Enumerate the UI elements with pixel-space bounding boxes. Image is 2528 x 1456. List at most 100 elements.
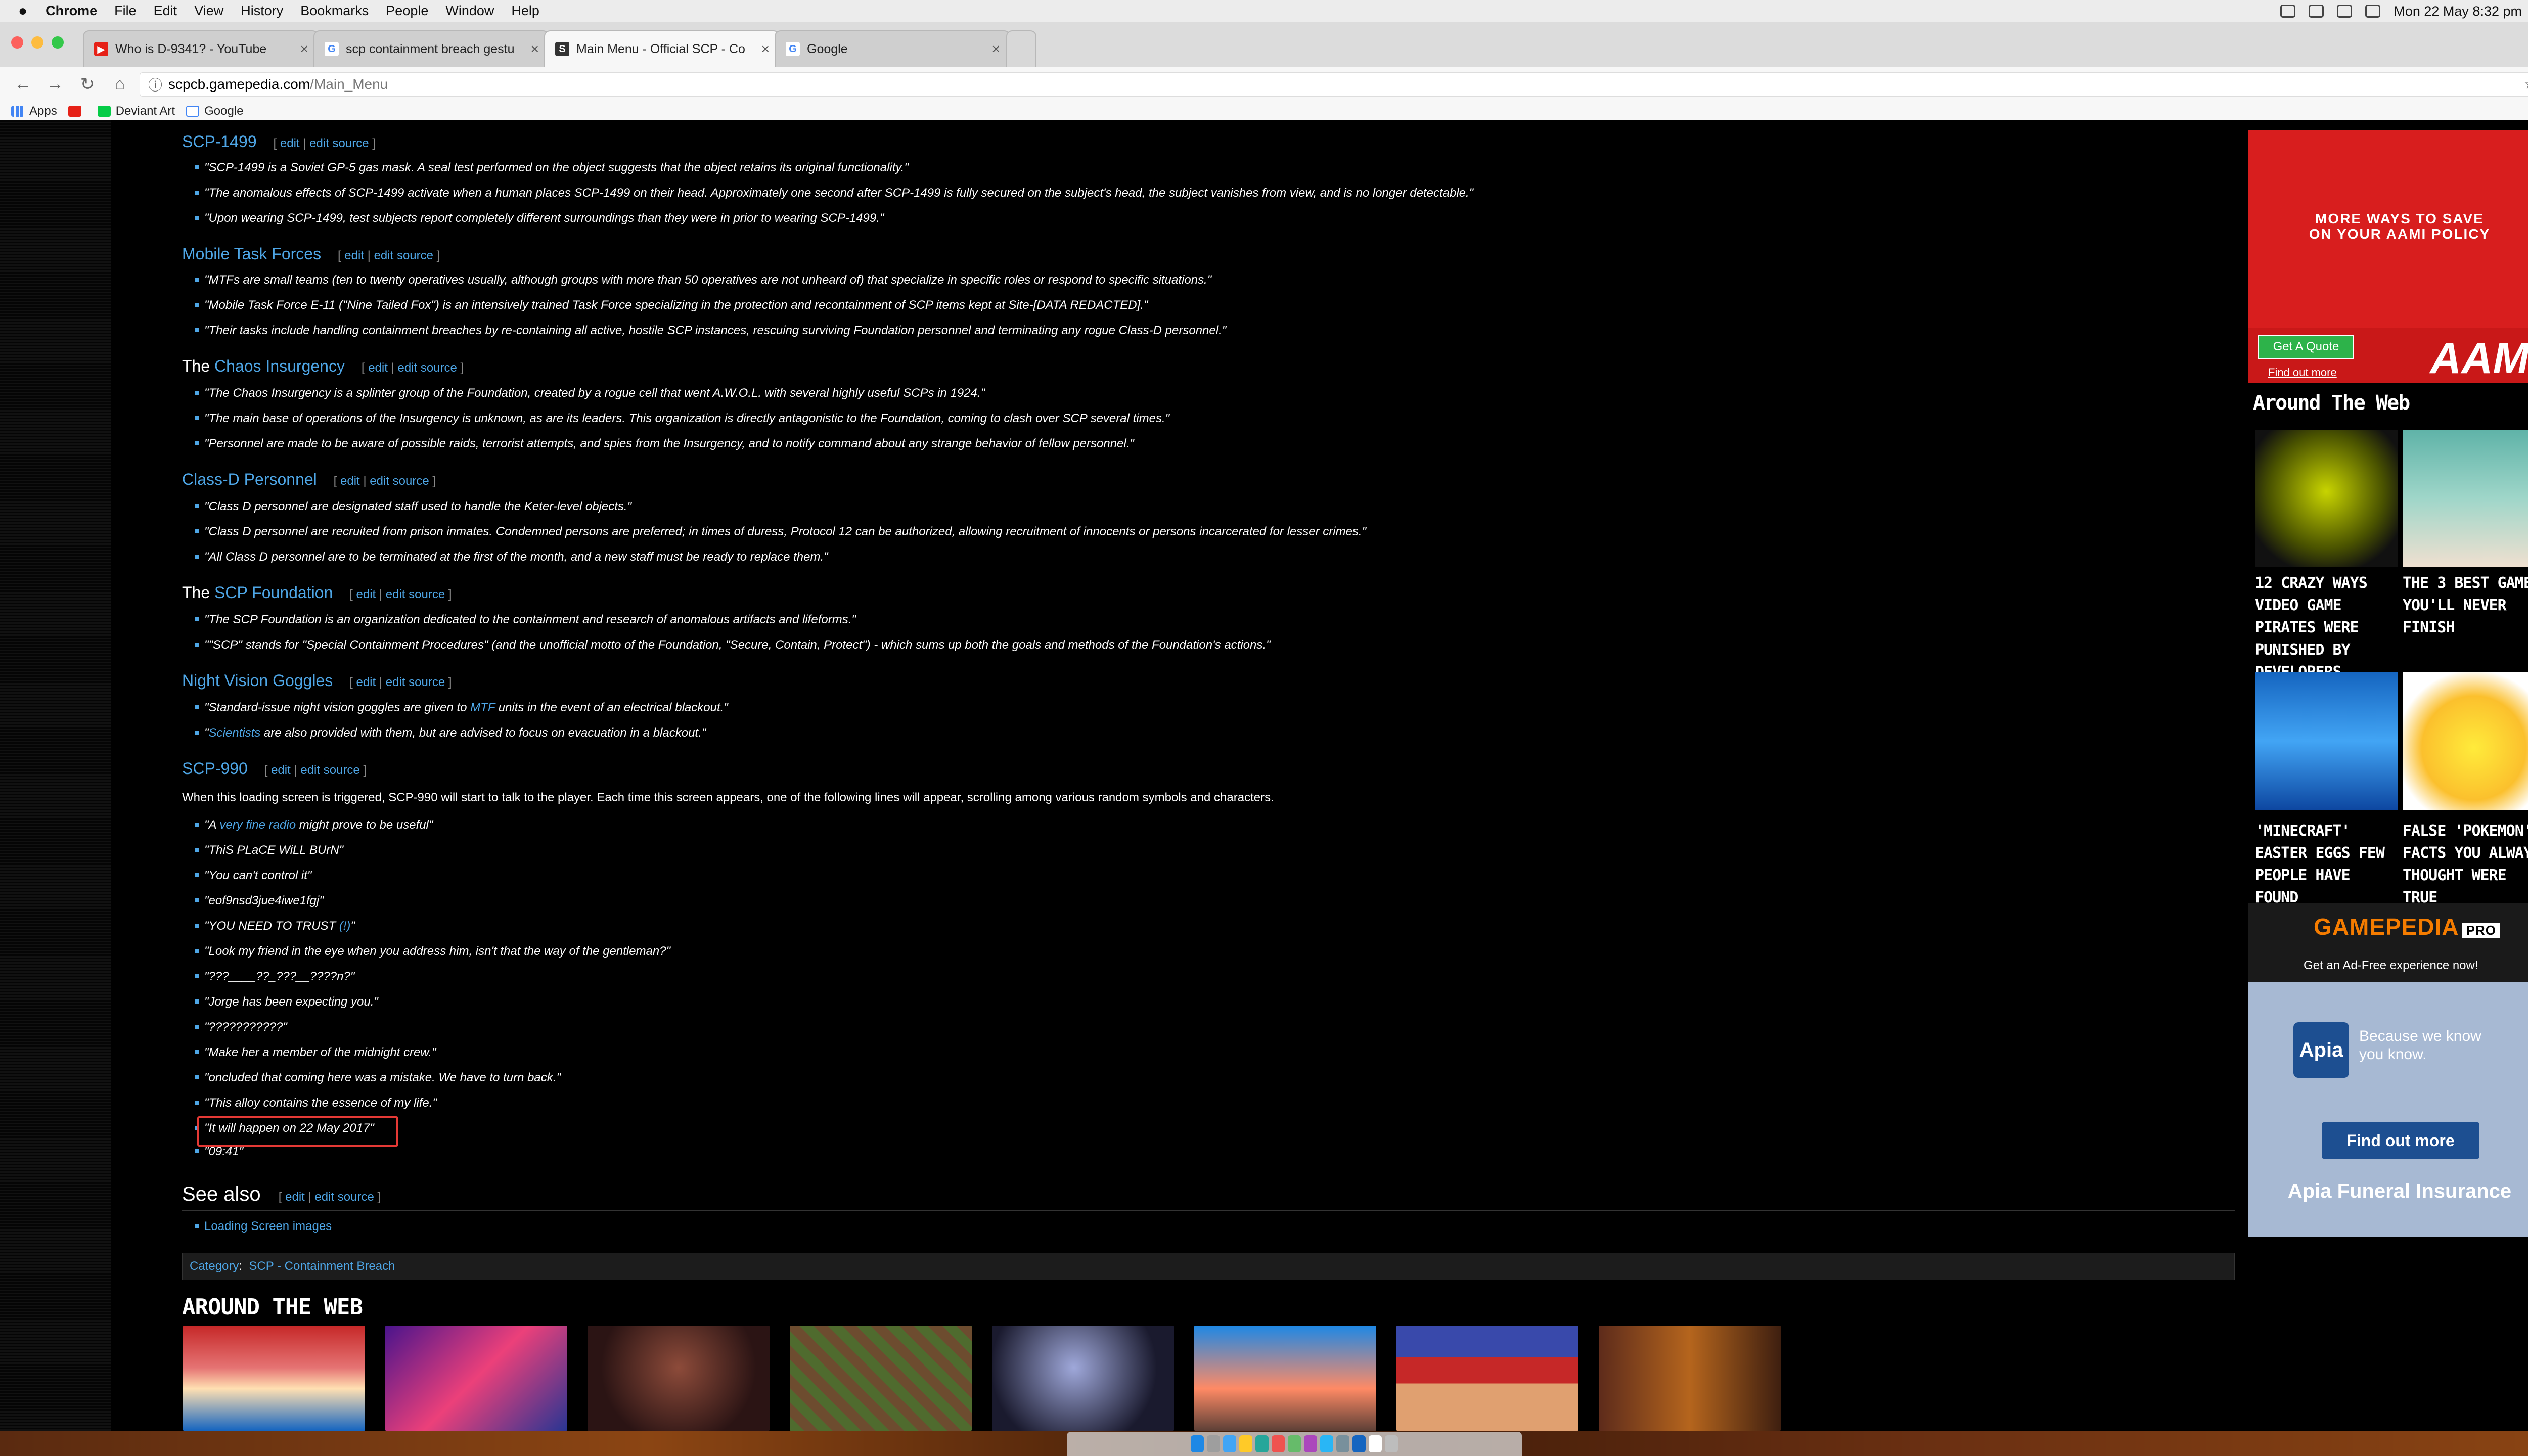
menu-help[interactable]: Help [511, 3, 539, 19]
close-tab-icon[interactable]: × [761, 41, 770, 57]
settings-icon[interactable] [1336, 1435, 1349, 1452]
wifi-icon[interactable] [2309, 5, 2324, 18]
menu-app-name[interactable]: Chrome [46, 3, 97, 19]
text-editor-icon[interactable] [1369, 1435, 1382, 1452]
close-tab-icon[interactable]: × [300, 41, 308, 57]
launchpad-icon[interactable] [1207, 1435, 1220, 1452]
heading-link[interactable]: SCP-1499 [182, 132, 257, 151]
forward-icon[interactable]: → [46, 74, 65, 94]
edit-source-link[interactable]: edit source [370, 474, 429, 488]
chrome-icon[interactable] [1239, 1435, 1252, 1452]
card-image[interactable] [2255, 430, 2398, 567]
category-label-link[interactable]: Category [190, 1259, 239, 1273]
heading-link[interactable]: SCP-990 [182, 759, 248, 778]
mtf-link[interactable]: MTF [470, 701, 495, 714]
radio-link[interactable]: very fine radio [219, 818, 296, 832]
find-out-more-link[interactable]: Find out more [2268, 366, 2337, 379]
menu-history[interactable]: History [241, 3, 283, 19]
info-icon[interactable]: ⓘ [148, 74, 162, 95]
tab-youtube[interactable]: ▶ Who is D-9341? - YouTube × [83, 30, 319, 67]
apia-ad[interactable]: Apia Because we know you know. Find out m… [2248, 982, 2528, 1237]
promo-thumbnail[interactable] [1194, 1326, 1376, 1431]
heading-link[interactable]: Night Vision Goggles [182, 671, 333, 690]
promo-thumbnail[interactable] [992, 1326, 1174, 1431]
heading-link[interactable]: Mobile Task Forces [182, 245, 321, 263]
menu-window[interactable]: Window [445, 3, 494, 19]
bookmark-apps[interactable]: Apps [11, 104, 57, 118]
scientists-link[interactable]: Scientists [209, 726, 261, 740]
menu-file[interactable]: File [114, 3, 137, 19]
trash-icon[interactable] [1385, 1435, 1398, 1452]
edit-source-link[interactable]: edit source [309, 136, 369, 150]
edit-source-link[interactable]: edit source [386, 675, 445, 689]
minimize-window-button[interactable] [31, 36, 43, 49]
battery-icon[interactable] [2365, 5, 2381, 18]
edit-link[interactable]: edit [285, 1190, 305, 1204]
aami-ad[interactable]: MORE WAYS TO SAVE ON YOUR AAMI POLICY Get… [2248, 130, 2528, 383]
promo-thumbnail[interactable] [790, 1326, 972, 1431]
edit-source-link[interactable]: edit source [386, 587, 445, 601]
safari-icon[interactable] [1223, 1435, 1236, 1452]
edit-link[interactable]: edit [340, 474, 360, 488]
promo-thumbnail[interactable] [183, 1326, 365, 1431]
trust-link[interactable]: (!) [339, 919, 351, 933]
bookmark-star-icon[interactable]: ☆ [2524, 76, 2528, 93]
menu-people[interactable]: People [386, 3, 428, 19]
heading-link[interactable]: Chaos Insurgency [214, 357, 345, 375]
menu-view[interactable]: View [194, 3, 223, 19]
promo-thumbnail[interactable] [588, 1326, 770, 1431]
category-link[interactable]: SCP - Containment Breach [249, 1259, 395, 1273]
promo-thumbnail[interactable] [1396, 1326, 1578, 1431]
steam-icon[interactable] [1352, 1435, 1366, 1452]
edit-link[interactable]: edit [356, 587, 376, 601]
card-caption[interactable]: 'MINECRAFT' EASTER EGGS FEW PEOPLE HAVE … [2255, 820, 2402, 909]
menu-bookmarks[interactable]: Bookmarks [300, 3, 369, 19]
edit-link[interactable]: edit [280, 136, 300, 150]
zoom-window-button[interactable] [52, 36, 64, 49]
heading-link[interactable]: Class-D Personnel [182, 470, 317, 488]
card-caption[interactable]: THE 3 BEST GAMES YOU'LL NEVER FINISH [2403, 572, 2528, 639]
app-store-icon[interactable] [1320, 1435, 1333, 1452]
close-tab-icon[interactable]: × [531, 41, 539, 57]
edit-link[interactable]: edit [368, 361, 388, 375]
edit-source-link[interactable]: edit source [300, 763, 359, 777]
finder-icon[interactable] [1191, 1435, 1204, 1452]
bookmark-deviantart[interactable]: Deviant Art [97, 104, 175, 118]
card-caption[interactable]: FALSE 'POKEMON' FACTS YOU ALWAYS THOUGHT… [2403, 820, 2528, 909]
get-quote-button[interactable]: Get A Quote [2258, 335, 2354, 359]
promo-thumbnail[interactable] [1599, 1326, 1781, 1431]
clock[interactable]: Mon 22 May 8:32 pm [2394, 4, 2522, 19]
new-tab-button[interactable] [1006, 30, 1036, 67]
airplay-icon[interactable] [2337, 5, 2353, 18]
volume-icon[interactable] [2280, 5, 2296, 18]
bookmark-google[interactable]: Google [186, 104, 243, 118]
card-caption[interactable]: 12 CRAZY WAYS VIDEO GAME PIRATES WERE PU… [2255, 572, 2402, 684]
edit-source-link[interactable]: edit source [314, 1190, 374, 1204]
itunes-icon[interactable] [1304, 1435, 1317, 1452]
card-image[interactable] [2403, 430, 2528, 567]
gamepedia-pro-ad[interactable]: GAMEPEDIA PRO Get an Ad-Free experience n… [2248, 903, 2528, 982]
heading-link[interactable]: SCP Foundation [214, 583, 333, 602]
edit-source-link[interactable]: edit source [374, 249, 433, 262]
tab-google[interactable]: G Google × [775, 30, 1010, 67]
facetime-icon[interactable] [1288, 1435, 1301, 1452]
menu-edit[interactable]: Edit [154, 3, 177, 19]
promo-thumbnail[interactable] [385, 1326, 567, 1431]
card-image[interactable] [2403, 672, 2528, 810]
close-window-button[interactable] [11, 36, 23, 49]
tab-main-menu[interactable]: S Main Menu - Official SCP - Co × [544, 30, 780, 67]
edit-source-link[interactable]: edit source [397, 361, 457, 375]
edit-link[interactable]: edit [356, 675, 376, 689]
edit-link[interactable]: edit [344, 249, 364, 262]
calendar-icon[interactable] [1272, 1435, 1285, 1452]
address-bar[interactable]: ⓘ scpcb.gamepedia.com/Main_Menu ☆ [140, 72, 2528, 97]
apple-menu-icon[interactable]: ● [18, 3, 27, 20]
back-icon[interactable]: ← [13, 74, 32, 94]
bookmark-youtube[interactable] [68, 105, 86, 117]
apia-find-out-more-button[interactable]: Find out more [2322, 1122, 2479, 1159]
reload-icon[interactable]: ↻ [78, 74, 97, 95]
close-tab-icon[interactable]: × [992, 41, 1000, 57]
messages-icon[interactable] [1255, 1435, 1269, 1452]
edit-link[interactable]: edit [271, 763, 291, 777]
loading-screen-images-link[interactable]: Loading Screen images [204, 1219, 332, 1233]
